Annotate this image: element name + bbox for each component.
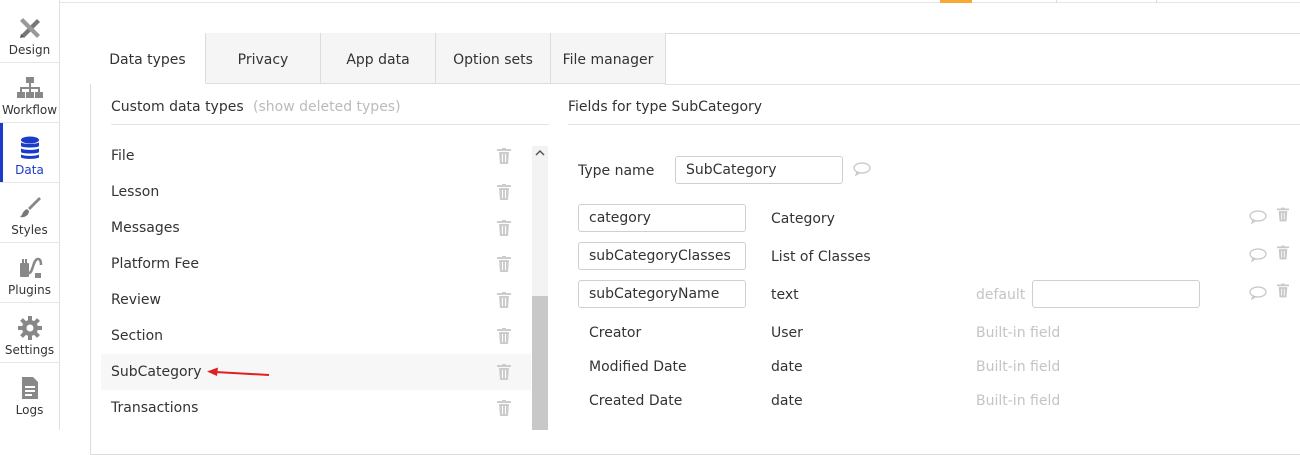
custom-types-title: Custom data types [111, 99, 244, 115]
builtin-field-name: Modified Date [589, 359, 687, 375]
list-item-selected[interactable]: SubCategory [101, 354, 531, 390]
workflow-icon [17, 77, 43, 98]
type-name: SubCategory [111, 364, 202, 380]
type-name: File [111, 148, 135, 164]
trash-icon[interactable] [497, 256, 511, 272]
trash-icon[interactable] [1277, 283, 1289, 298]
list-item[interactable]: Section [111, 318, 531, 354]
nav-logs[interactable]: Logs [0, 363, 59, 423]
builtin-field-type: date [771, 393, 803, 409]
default-label: default [976, 287, 1026, 303]
type-name: Platform Fee [111, 256, 200, 272]
trash-icon[interactable] [1277, 207, 1289, 222]
nav-label: Logs [15, 403, 44, 417]
field-name-input[interactable] [578, 204, 746, 232]
top-tick [1056, 0, 1057, 3]
trash-icon[interactable] [497, 328, 511, 344]
divider [111, 124, 549, 125]
top-divider [60, 2, 1300, 3]
nav-label: Design [8, 43, 51, 57]
database-icon [21, 136, 39, 159]
trash-icon[interactable] [497, 364, 511, 380]
type-name: Messages [111, 220, 180, 236]
field-name-input[interactable] [578, 280, 746, 308]
nav-data[interactable]: Data [0, 123, 59, 183]
type-name: Review [111, 292, 161, 308]
nav-styles[interactable]: Styles [0, 183, 59, 243]
trash-icon[interactable] [497, 400, 511, 416]
comment-icon[interactable] [853, 162, 871, 176]
type-name-label: Type name [578, 163, 655, 179]
list-item[interactable]: Lesson [111, 174, 531, 210]
list-item[interactable]: File [111, 138, 531, 174]
list-item[interactable]: Messages [111, 210, 531, 246]
comment-icon[interactable] [1249, 248, 1267, 262]
divider [568, 124, 1300, 125]
scrollbar-thumb[interactable] [532, 296, 548, 430]
nav-label: Settings [4, 343, 55, 357]
default-value-input[interactable] [1032, 280, 1200, 308]
trash-icon[interactable] [1277, 245, 1289, 260]
tab-divider [665, 84, 1300, 85]
tab-option-sets[interactable]: Option sets [436, 33, 551, 84]
nav-label: Styles [11, 223, 48, 237]
nav-label: Data [15, 163, 44, 177]
type-name: Section [111, 328, 164, 344]
chevron-up-icon[interactable] [535, 148, 545, 158]
builtin-field-type: date [771, 359, 803, 375]
left-navigation: Design Workflow Data Styles Plugins Sett… [0, 0, 60, 430]
type-name: Lesson [111, 184, 160, 200]
nav-label: Workflow [1, 103, 58, 117]
type-name-input[interactable] [675, 156, 843, 184]
show-deleted-link[interactable]: (show deleted types) [253, 99, 401, 115]
trash-icon[interactable] [497, 148, 511, 164]
builtin-field-note: Built-in field [976, 325, 1061, 341]
tab-app-data[interactable]: App data [321, 33, 436, 84]
list-item[interactable]: Platform Fee [111, 246, 531, 282]
nav-label: Plugins [8, 283, 51, 297]
document-icon [22, 377, 38, 399]
design-tools-icon [20, 18, 40, 38]
nav-plugins[interactable]: Plugins [0, 243, 59, 303]
builtin-field-type: User [771, 325, 803, 341]
tab-privacy[interactable]: Privacy [206, 33, 321, 84]
builtin-field-name: Created Date [589, 393, 683, 409]
tab-data-types[interactable]: Data types [90, 33, 206, 84]
comment-icon[interactable] [1249, 210, 1267, 224]
builtin-field-note: Built-in field [976, 393, 1061, 409]
gear-icon [18, 316, 42, 340]
builtin-field-note: Built-in field [976, 359, 1061, 375]
top-tick [1156, 0, 1157, 3]
field-type[interactable]: text [771, 287, 799, 303]
trash-icon[interactable] [497, 220, 511, 236]
builtin-field-name: Creator [589, 325, 642, 341]
nav-design[interactable]: Design [0, 3, 59, 63]
nav-settings[interactable]: Settings [0, 303, 59, 363]
fields-panel-title: Fields for type SubCategory [568, 99, 763, 115]
trash-icon[interactable] [497, 184, 511, 200]
red-arrow-annotation [207, 367, 270, 376]
brush-icon [20, 197, 41, 218]
field-type[interactable]: List of Classes [771, 249, 871, 265]
field-type[interactable]: Category [771, 211, 835, 227]
list-item[interactable]: Review [111, 282, 531, 318]
comment-icon[interactable] [1249, 286, 1267, 300]
tab-file-manager[interactable]: File manager [551, 33, 666, 84]
trash-icon[interactable] [497, 292, 511, 308]
list-item[interactable]: Transactions [111, 390, 531, 426]
plug-icon [20, 257, 43, 278]
top-indicator [940, 0, 972, 3]
field-name-input[interactable] [578, 242, 746, 270]
nav-workflow[interactable]: Workflow [0, 63, 59, 123]
type-name: Transactions [111, 400, 199, 416]
